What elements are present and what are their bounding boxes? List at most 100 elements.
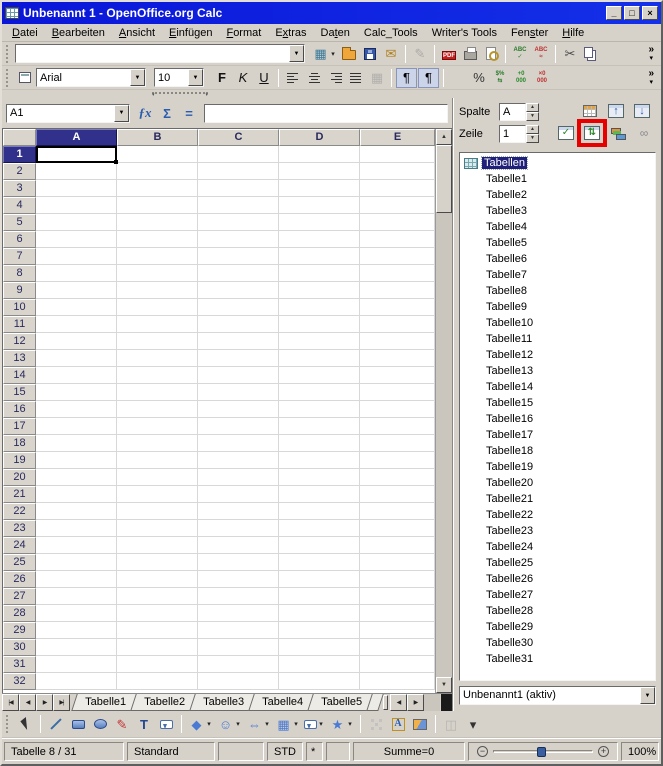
print-button[interactable] bbox=[460, 44, 480, 64]
spellcheck-button[interactable]: ABC ✓ bbox=[510, 44, 530, 64]
cell-reference-input[interactable] bbox=[7, 104, 114, 122]
cell-e24[interactable] bbox=[360, 537, 435, 554]
cell-b10[interactable] bbox=[117, 299, 198, 316]
cell-b18[interactable] bbox=[117, 435, 198, 452]
standard-format-button[interactable]: $% ⇆ bbox=[490, 68, 510, 88]
previous-sheet-button[interactable]: ◀ bbox=[19, 694, 36, 711]
percent-format-button[interactable]: % bbox=[469, 68, 489, 88]
cell-a18[interactable] bbox=[36, 435, 117, 452]
column-header-a[interactable]: A bbox=[36, 129, 117, 146]
cell-b1[interactable] bbox=[117, 146, 198, 163]
cell-a26[interactable] bbox=[36, 571, 117, 588]
cell-d25[interactable] bbox=[279, 554, 360, 571]
cell-d22[interactable] bbox=[279, 503, 360, 520]
add-decimal-button[interactable]: +0 000 bbox=[511, 68, 531, 88]
menu-extras[interactable]: Extras bbox=[268, 26, 313, 40]
pane-split-handle[interactable] bbox=[440, 694, 452, 711]
new-spreadsheet-dropdown-icon[interactable]: ▾ bbox=[329, 50, 337, 58]
cell-c1[interactable] bbox=[198, 146, 279, 163]
copy-button[interactable] bbox=[581, 44, 601, 64]
navigator-item-tabelle15[interactable]: Tabelle15 bbox=[460, 395, 655, 411]
cell-b22[interactable] bbox=[117, 503, 198, 520]
cell-d13[interactable] bbox=[279, 350, 360, 367]
navigator-item-tabelle22[interactable]: Tabelle22 bbox=[460, 507, 655, 523]
cell-e1[interactable] bbox=[360, 146, 435, 163]
cell-e31[interactable] bbox=[360, 656, 435, 673]
cell-c11[interactable] bbox=[198, 316, 279, 333]
cell-b8[interactable] bbox=[117, 265, 198, 282]
toolbar-grip[interactable] bbox=[6, 68, 10, 87]
cell-a25[interactable] bbox=[36, 554, 117, 571]
start-button[interactable]: ↑ bbox=[605, 101, 627, 121]
cell-d18[interactable] bbox=[279, 435, 360, 452]
cell-e27[interactable] bbox=[360, 588, 435, 605]
cell-d1[interactable] bbox=[279, 146, 360, 163]
row-header-25[interactable]: 25 bbox=[3, 554, 36, 571]
cell-a7[interactable] bbox=[36, 248, 117, 265]
column-header-c[interactable]: C bbox=[198, 129, 279, 146]
from-file-button[interactable] bbox=[410, 714, 430, 734]
cell-a9[interactable] bbox=[36, 282, 117, 299]
row-header-7[interactable]: 7 bbox=[3, 248, 36, 265]
navigator-item-tabelle27[interactable]: Tabelle27 bbox=[460, 587, 655, 603]
navigator-item-tabelle30[interactable]: Tabelle30 bbox=[460, 635, 655, 651]
navigator-item-tabelle31[interactable]: Tabelle31 bbox=[460, 651, 655, 667]
cell-c7[interactable] bbox=[198, 248, 279, 265]
cell-c28[interactable] bbox=[198, 605, 279, 622]
cell-e29[interactable] bbox=[360, 622, 435, 639]
cell-d5[interactable] bbox=[279, 214, 360, 231]
callout-button[interactable] bbox=[156, 714, 176, 734]
cell-c32[interactable] bbox=[198, 673, 279, 690]
cell-a29[interactable] bbox=[36, 622, 117, 639]
cell-b31[interactable] bbox=[117, 656, 198, 673]
row-header-15[interactable]: 15 bbox=[3, 384, 36, 401]
row-header-22[interactable]: 22 bbox=[3, 503, 36, 520]
currency-format-button[interactable] bbox=[448, 68, 468, 88]
cell-e26[interactable] bbox=[360, 571, 435, 588]
cell-d14[interactable] bbox=[279, 367, 360, 384]
cell-d8[interactable] bbox=[279, 265, 360, 282]
font-size-dropdown-icon[interactable]: ▼ bbox=[188, 69, 203, 86]
cell-b26[interactable] bbox=[117, 571, 198, 588]
send-email-button[interactable]: ✉ bbox=[381, 44, 401, 64]
cell-d27[interactable] bbox=[279, 588, 360, 605]
cell-b30[interactable] bbox=[117, 639, 198, 656]
sum-button[interactable]: Σ bbox=[157, 104, 177, 122]
row-header-26[interactable]: 26 bbox=[3, 571, 36, 588]
cell-a23[interactable] bbox=[36, 520, 117, 537]
menu-format[interactable]: Format bbox=[219, 26, 268, 40]
cell-a20[interactable] bbox=[36, 469, 117, 486]
navigator-item-tabelle5[interactable]: Tabelle5 bbox=[460, 235, 655, 251]
cell-e6[interactable] bbox=[360, 231, 435, 248]
cell-c5[interactable] bbox=[198, 214, 279, 231]
end-button[interactable]: ↓ bbox=[631, 101, 653, 121]
cell-b6[interactable] bbox=[117, 231, 198, 248]
line-button[interactable] bbox=[46, 714, 66, 734]
row-header-9[interactable]: 9 bbox=[3, 282, 36, 299]
cell-d29[interactable] bbox=[279, 622, 360, 639]
tab-splitter[interactable] bbox=[382, 695, 388, 710]
cell-d24[interactable] bbox=[279, 537, 360, 554]
navigator-item-tabelle28[interactable]: Tabelle28 bbox=[460, 603, 655, 619]
autospellcheck-button[interactable]: ABC ≈ bbox=[531, 44, 551, 64]
navigator-item-tabelle8[interactable]: Tabelle8 bbox=[460, 283, 655, 299]
cell-e11[interactable] bbox=[360, 316, 435, 333]
flowchart-button[interactable]: ▦ ▾ bbox=[274, 714, 301, 734]
cell-e22[interactable] bbox=[360, 503, 435, 520]
cell-d17[interactable] bbox=[279, 418, 360, 435]
url-input[interactable] bbox=[16, 45, 289, 62]
block-arrows-dropdown-icon[interactable]: ▾ bbox=[263, 720, 271, 728]
cell-c8[interactable] bbox=[198, 265, 279, 282]
cell-d3[interactable] bbox=[279, 180, 360, 197]
cell-a16[interactable] bbox=[36, 401, 117, 418]
row-header-10[interactable]: 10 bbox=[3, 299, 36, 316]
stars-button[interactable]: ★ ▾ bbox=[328, 714, 355, 734]
cell-a21[interactable] bbox=[36, 486, 117, 503]
sheet-tab-tabelle5[interactable]: Tabelle5 bbox=[307, 694, 376, 711]
select-all-corner[interactable] bbox=[3, 129, 36, 146]
cell-c9[interactable] bbox=[198, 282, 279, 299]
cell-c29[interactable] bbox=[198, 622, 279, 639]
cell-d21[interactable] bbox=[279, 486, 360, 503]
cell-b32[interactable] bbox=[117, 673, 198, 690]
cell-a2[interactable] bbox=[36, 163, 117, 180]
